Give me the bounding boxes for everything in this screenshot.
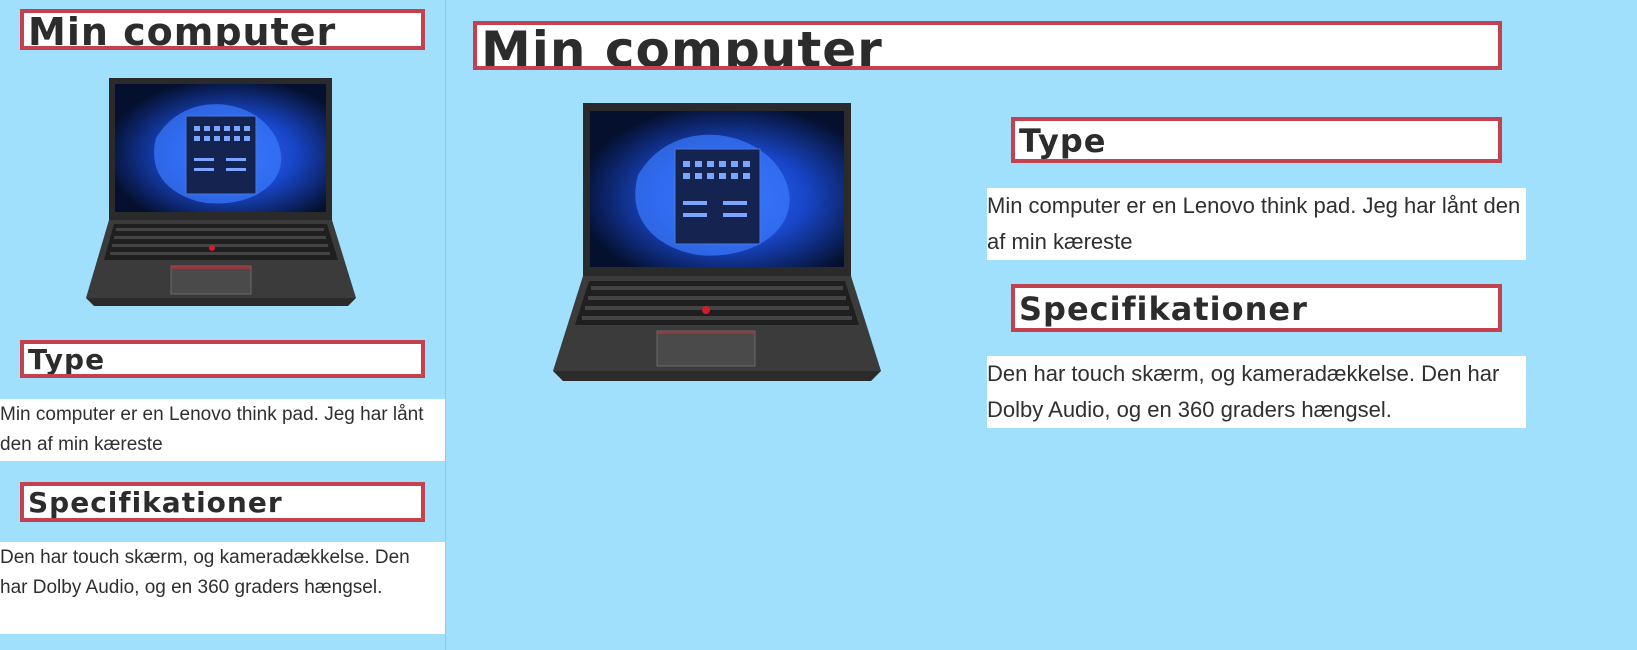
type-heading: Type bbox=[20, 340, 425, 378]
scroll-strip bbox=[0, 634, 445, 650]
left-pane: Min computer Type Min computer er en Len… bbox=[0, 0, 446, 650]
spec-text-wide: Den har touch skærm, og kameradækkelse. … bbox=[987, 356, 1526, 428]
laptop-image bbox=[86, 78, 356, 306]
page-title-wide: Min computer bbox=[473, 21, 1502, 70]
type-text-wide: Min computer er en Lenovo think pad. Jeg… bbox=[987, 188, 1526, 260]
type-heading-wide: Type bbox=[1011, 117, 1502, 163]
spec-heading-wide: Specifikationer bbox=[1011, 284, 1502, 332]
type-text: Min computer er en Lenovo think pad. Jeg… bbox=[0, 399, 445, 461]
spec-heading: Specifikationer bbox=[20, 482, 425, 522]
spec-text: Den har touch skærm, og kameradækkelse. … bbox=[0, 542, 445, 634]
page-title: Min computer bbox=[20, 9, 425, 50]
laptop-image-wide bbox=[553, 103, 881, 381]
